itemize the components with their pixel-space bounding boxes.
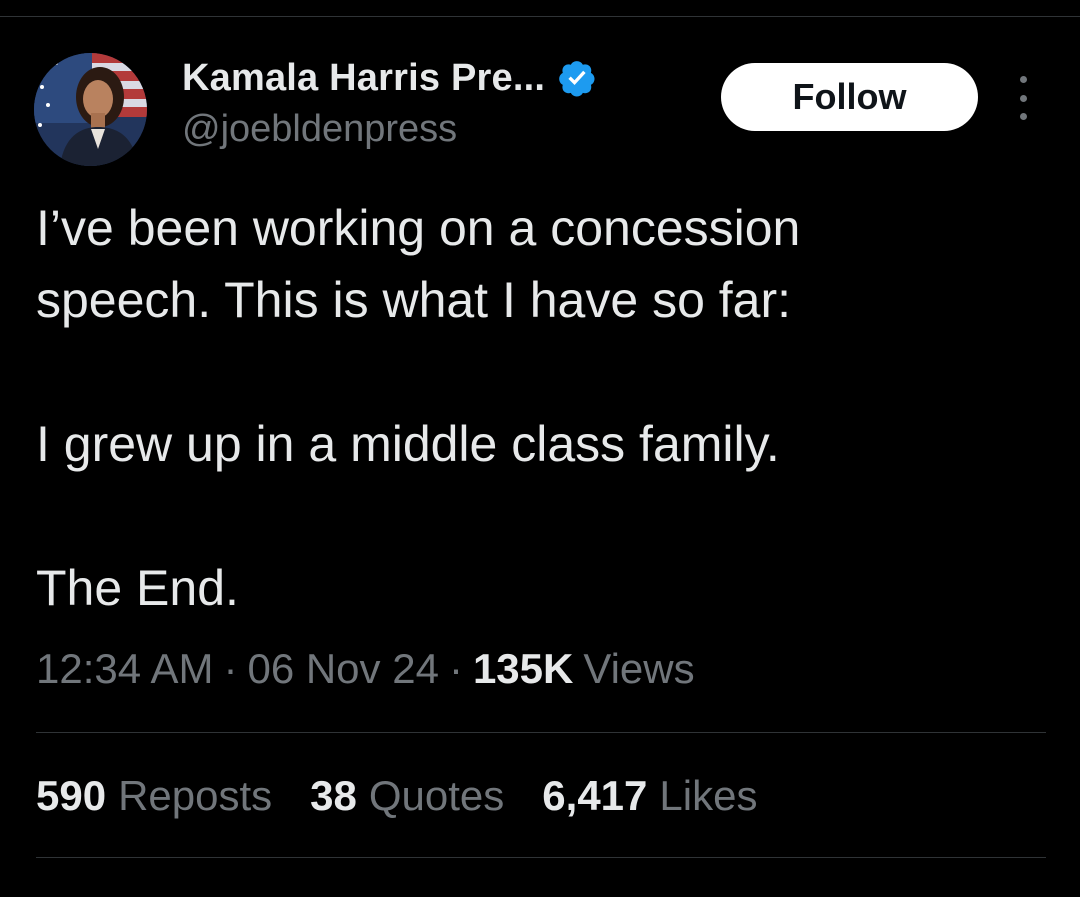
reposts-count: 590 bbox=[36, 772, 107, 819]
more-vertical-icon[interactable] bbox=[1009, 76, 1037, 120]
tweet-text-line: I’ve been working on a concession bbox=[36, 200, 801, 256]
tweet-text-line: speech. This is what I have so far: bbox=[36, 272, 792, 328]
likes-stat[interactable]: 6,417 Likes bbox=[542, 772, 757, 820]
author-handle[interactable]: @joebldenpress bbox=[182, 108, 457, 151]
tweet-meta: 12:34 AM · 06 Nov 24 · 135K Views bbox=[36, 645, 695, 693]
more-dot bbox=[1019, 113, 1027, 120]
more-dot bbox=[1019, 76, 1027, 83]
likes-label: Likes bbox=[659, 772, 758, 819]
avatar[interactable] bbox=[34, 53, 147, 166]
reposts-label: Reposts bbox=[118, 772, 273, 819]
views-count: 135K bbox=[472, 645, 574, 692]
verified-badge-icon bbox=[557, 58, 597, 98]
quotes-label: Quotes bbox=[368, 772, 505, 819]
tweet-date[interactable]: 06 Nov 24 bbox=[247, 645, 438, 693]
divider bbox=[36, 857, 1046, 858]
reposts-stat[interactable]: 590 Reposts bbox=[36, 772, 272, 820]
quotes-stat[interactable]: 38 Quotes bbox=[310, 772, 504, 820]
tweet-time[interactable]: 12:34 AM bbox=[36, 645, 213, 693]
top-divider bbox=[0, 16, 1080, 17]
divider bbox=[36, 732, 1046, 733]
tweet-text-line: I grew up in a middle class family. bbox=[36, 416, 780, 472]
tweet-text-line: The End. bbox=[36, 560, 239, 616]
follow-button[interactable]: Follow bbox=[721, 63, 978, 131]
engagement-stats: 590 Reposts 38 Quotes 6,417 Likes bbox=[36, 772, 795, 820]
meta-separator: · bbox=[448, 645, 463, 692]
profile-photo-icon bbox=[34, 53, 147, 166]
author-display-name[interactable]: Kamala Harris Pre... bbox=[182, 57, 545, 100]
quotes-count: 38 bbox=[310, 772, 357, 819]
meta-separator: · bbox=[223, 645, 238, 692]
more-dot bbox=[1019, 94, 1027, 102]
likes-count: 6,417 bbox=[542, 772, 648, 819]
author-name-row[interactable]: Kamala Harris Pre... bbox=[182, 56, 597, 100]
views-label: Views bbox=[583, 645, 695, 692]
